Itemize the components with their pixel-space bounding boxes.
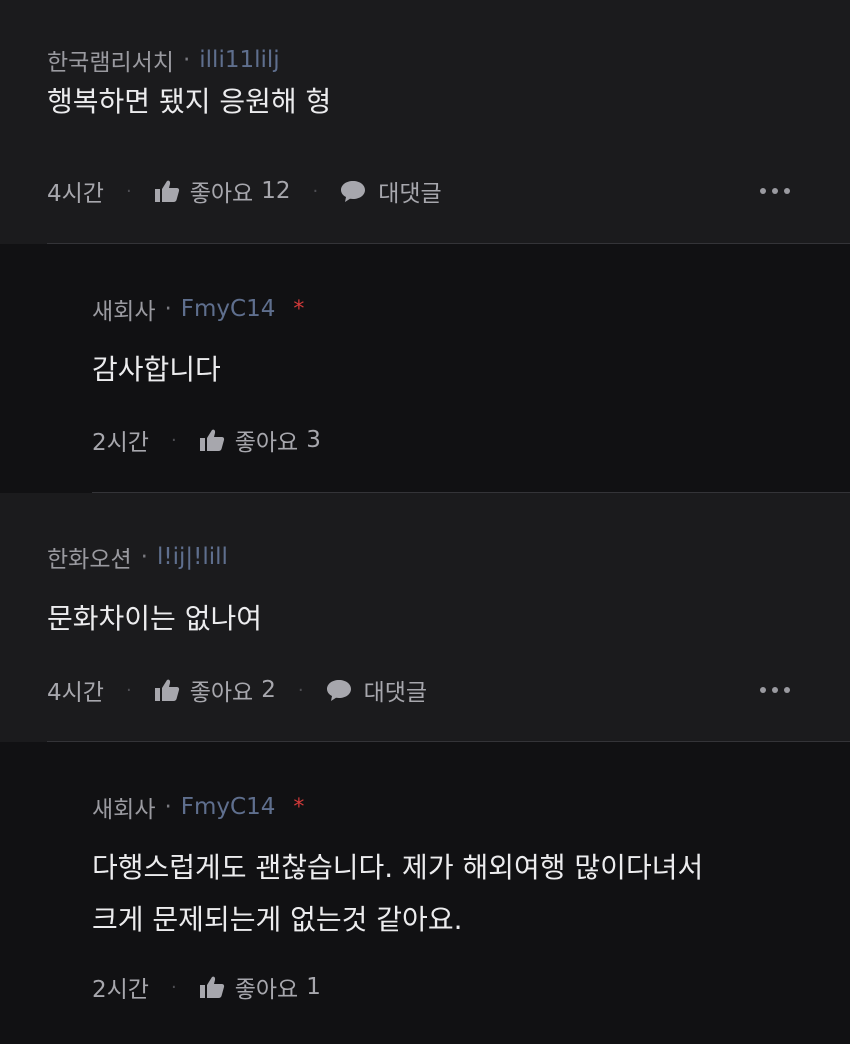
author-mark: * <box>293 794 305 820</box>
meta-separator: · <box>164 794 172 820</box>
user-id[interactable]: FmyC14 <box>181 296 276 322</box>
comment-body: 다행스럽게도 괜찮습니다. 제가 해외여행 많이다녀서 크게 문제되는게 없는것… <box>92 842 703 946</box>
dot-icon <box>760 188 766 194</box>
dot-icon <box>760 687 766 693</box>
comment-actions: 2시간 · 좋아요 3 <box>92 423 321 457</box>
timestamp: 2시간 <box>92 977 149 1003</box>
like-label: 좋아요 <box>189 680 254 706</box>
dot-icon <box>784 188 790 194</box>
action-separator: · <box>125 180 132 202</box>
nickname[interactable]: 새회사 <box>92 292 155 326</box>
comment-body: 감사합니다 <box>92 353 221 386</box>
like-button[interactable]: 좋아요 1 <box>199 970 321 1004</box>
action-separator: · <box>125 679 132 701</box>
nickname[interactable]: 새회사 <box>92 790 155 824</box>
comment-body: 행복하면 됐지 응원해 형 <box>47 85 332 118</box>
timestamp: 4시간 <box>47 181 104 207</box>
comment: 한화오션 · l!ij|!lill 문화차이는 없나여 4시간 · 좋아요 2 … <box>0 493 850 742</box>
comment-body-line: 크게 문제되는게 없는것 같아요. <box>92 903 463 936</box>
comment-actions: 4시간 · 좋아요 2 · 대댓글 <box>47 673 850 707</box>
comment-meta: 한국램리서치 · illi11lilj <box>47 44 280 76</box>
nickname[interactable]: 한국램리서치 <box>47 43 174 77</box>
user-id[interactable]: FmyC14 <box>181 794 276 820</box>
comment-meta: 한화오션 · l!ij|!lill <box>47 541 228 573</box>
user-id[interactable]: l!ij|!lill <box>157 544 228 570</box>
reply-button[interactable]: 대댓글 <box>326 673 427 707</box>
dot-icon <box>772 188 778 194</box>
comment-actions: 2시간 · 좋아요 1 <box>92 970 321 1004</box>
like-button[interactable]: 좋아요 2 <box>154 673 276 707</box>
more-options-button[interactable] <box>760 188 790 194</box>
comment-actions: 4시간 · 좋아요 12 · 대댓글 <box>47 174 850 208</box>
comment-thread: 한국램리서치 · illi11lilj 행복하면 됐지 응원해 형 4시간 · … <box>0 0 850 1044</box>
like-count: 1 <box>306 974 321 1000</box>
more-options-button[interactable] <box>760 687 790 693</box>
comment: 한국램리서치 · illi11lilj 행복하면 됐지 응원해 형 4시간 · … <box>0 0 850 244</box>
like-label: 좋아요 <box>189 181 254 207</box>
thumbs-up-icon <box>199 976 224 998</box>
reply-comment: 새회사 · FmyC14 * 감사합니다 2시간 · 좋아요 3 <box>0 244 850 493</box>
user-id[interactable]: illi11lilj <box>199 47 279 73</box>
like-label: 좋아요 <box>234 430 299 456</box>
action-separator: · <box>312 180 319 202</box>
action-separator: · <box>170 429 177 451</box>
like-button[interactable]: 좋아요 12 <box>154 174 291 208</box>
dot-icon <box>784 687 790 693</box>
timestamp: 4시간 <box>47 680 104 706</box>
comment-meta: 새회사 · FmyC14 * <box>92 293 304 325</box>
like-count: 12 <box>261 178 291 204</box>
comment-meta: 새회사 · FmyC14 * <box>92 791 304 823</box>
thumbs-up-icon <box>154 679 179 701</box>
comment-body: 문화차이는 없나여 <box>47 602 262 635</box>
comment-body-line: 다행스럽게도 괜찮습니다. 제가 해외여행 많이다녀서 <box>92 851 704 884</box>
action-separator: · <box>170 976 177 998</box>
nickname[interactable]: 한화오션 <box>47 540 132 574</box>
reply-label: 대댓글 <box>378 181 442 207</box>
like-count: 3 <box>306 427 321 453</box>
thumbs-up-icon <box>199 429 224 451</box>
meta-separator: · <box>140 544 148 570</box>
meta-separator: · <box>164 296 172 322</box>
speech-bubble-icon <box>341 181 366 202</box>
reply-button[interactable]: 대댓글 <box>340 174 442 208</box>
dot-icon <box>772 687 778 693</box>
author-mark: * <box>293 296 305 322</box>
thumbs-up-icon <box>154 180 179 202</box>
timestamp: 2시간 <box>92 430 149 456</box>
like-label: 좋아요 <box>234 977 299 1003</box>
reply-label: 대댓글 <box>363 680 428 706</box>
action-separator: · <box>297 679 304 701</box>
speech-bubble-icon <box>326 680 351 701</box>
like-button[interactable]: 좋아요 3 <box>199 423 321 457</box>
like-count: 2 <box>261 677 276 703</box>
reply-comment: 새회사 · FmyC14 * 다행스럽게도 괜찮습니다. 제가 해외여행 많이다… <box>0 742 850 1044</box>
meta-separator: · <box>182 47 191 73</box>
